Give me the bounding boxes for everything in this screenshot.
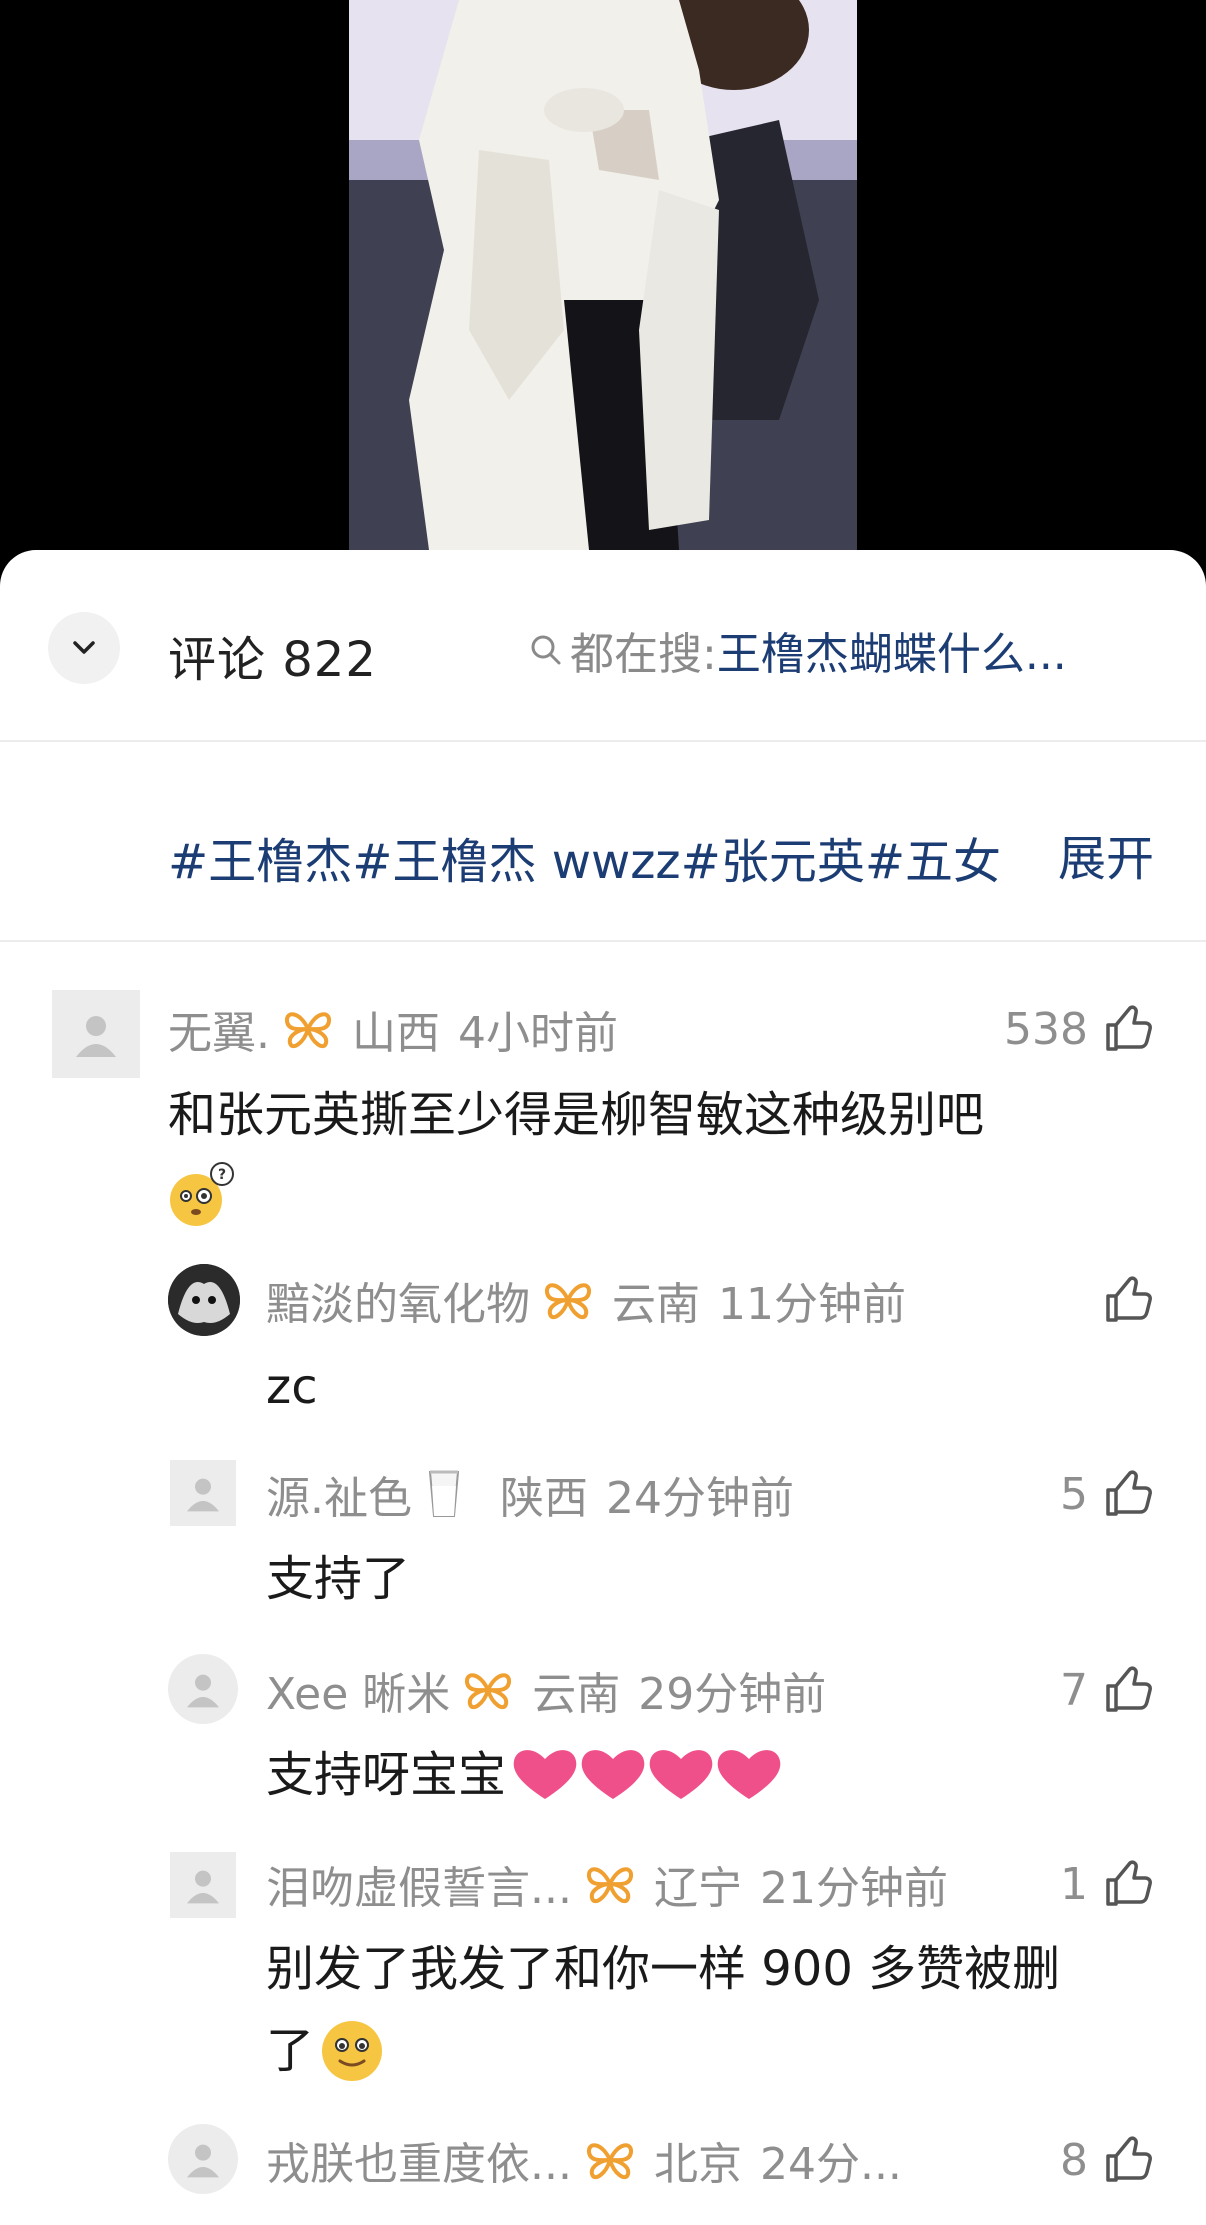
tags-text[interactable]: #王橹杰#王橹杰 wwzz#张元英#五女	[168, 822, 1001, 886]
avatar[interactable]	[168, 1654, 238, 1724]
collapse-button[interactable]	[48, 612, 120, 684]
like-button[interactable]: 5	[1060, 1458, 1154, 1530]
comment-count-title: 评论 822	[168, 632, 377, 688]
comment-sheet: 评论 822 都在搜: 王橹杰蝴蝶什么... #王橹杰#王橹杰 wwzz#张元英…	[0, 550, 1206, 2225]
comment-location: 辽宁	[653, 1863, 742, 1914]
comment-time: 4小时前	[458, 1008, 618, 1059]
svg-text:?: ?	[218, 1167, 226, 1183]
avatar-image	[168, 1264, 240, 1336]
comment-location: 北京	[653, 2139, 742, 2190]
default-avatar-icon	[187, 1870, 219, 1904]
reply-text: 了	[266, 2023, 315, 2079]
comment-text-line: 和张元英撕至少得是柳智敏这种级别吧	[168, 1087, 985, 1143]
smile-emoji	[322, 2021, 383, 2081]
like-button[interactable]: 8	[1060, 2124, 1154, 2196]
thumbs-up-icon	[1106, 1860, 1152, 1906]
thumbs-up-icon	[1106, 1005, 1152, 1051]
reply-meta: 黯淡的氧化物 云南 11分钟前	[266, 1264, 906, 1336]
reply-text: 支持呀宝宝	[266, 1747, 507, 1803]
comment-time: 21分钟前	[759, 1863, 948, 1914]
reply-meta: 戎朕也重度依... 北京 24分...	[266, 2124, 902, 2196]
reply-text-row: 支持呀宝宝	[266, 1734, 790, 1816]
reply-meta: 源.祉色 陕西 24分钟前	[266, 1458, 794, 1530]
like-count: 8	[1060, 2134, 1088, 2186]
video-still-image	[349, 0, 857, 550]
reply-text: zc	[266, 1359, 318, 1415]
reply-text: 支持了	[266, 1551, 411, 1607]
comment-time: 29分钟前	[638, 1669, 827, 1720]
comment-time: 11分钟前	[718, 1279, 906, 1330]
butterfly-badge-icon	[584, 1862, 636, 1906]
username[interactable]: 黯淡的氧化物	[266, 1268, 530, 1332]
video-player[interactable]	[0, 0, 1206, 560]
reply-text-row: 了	[266, 2010, 386, 2092]
username[interactable]: 戎朕也重度依...	[266, 2128, 572, 2192]
comment-location: 云南	[532, 1669, 621, 1720]
comment-text: 和张元英撕至少得是柳智敏这种级别吧	[168, 1074, 984, 1156]
search-suggestion[interactable]: 都在搜: 王橹杰蝴蝶什么...	[528, 622, 1067, 680]
username[interactable]: Xee 晰米	[266, 1658, 450, 1722]
divider	[0, 740, 1206, 742]
avatar[interactable]	[52, 990, 140, 1078]
reply-meta: 泪吻虚假誓言... 辽宁 21分钟前	[266, 1848, 948, 1920]
reply-meta: Xee 晰米 云南 29分钟前	[266, 1654, 826, 1726]
username[interactable]: 无翼.	[168, 997, 270, 1061]
comment-sheet-header: 评论 822 都在搜: 王橹杰蝴蝶什么...	[0, 550, 1206, 740]
butterfly-badge-icon	[282, 1007, 334, 1051]
thumbs-up-icon	[1106, 1276, 1152, 1322]
default-avatar-icon	[187, 1674, 219, 1708]
thinking-face-emoji: ?	[166, 1160, 236, 1234]
divider	[0, 940, 1206, 942]
comment-location: 山西	[352, 1008, 440, 1059]
avatar[interactable]	[170, 1460, 236, 1526]
video-tags[interactable]: #王橹杰#王橹杰 wwzz#张元英#五女 展开	[168, 822, 1154, 886]
like-count: 538	[1004, 1003, 1088, 1055]
like-button[interactable]: 7	[1060, 1654, 1154, 1726]
butterfly-badge-icon	[542, 1278, 594, 1322]
chevron-down-icon	[73, 641, 95, 654]
like-button[interactable]: 538	[1004, 990, 1154, 1068]
comment-time: 24分钟前	[606, 1473, 794, 1524]
like-button[interactable]: 1	[1060, 1848, 1154, 1920]
comment-time: 24分...	[759, 2139, 902, 2190]
avatar[interactable]	[170, 1852, 236, 1918]
like-count: 5	[1060, 1468, 1088, 1520]
like-count: 1	[1060, 1858, 1088, 1910]
avatar[interactable]	[168, 1264, 240, 1336]
expand-button[interactable]: 展开	[1001, 822, 1154, 886]
search-prefix: 都在搜:	[570, 629, 717, 680]
like-button[interactable]	[1102, 1264, 1154, 1336]
default-avatar-icon	[187, 2144, 219, 2178]
default-avatar-icon	[76, 1016, 116, 1057]
reply-text: 别发了我发了和你一样 900 多赞被删	[266, 1941, 1061, 1997]
video-frame[interactable]	[349, 0, 857, 550]
butterfly-badge-icon	[584, 2138, 636, 2182]
thumbs-up-icon	[1106, 1470, 1152, 1516]
default-avatar-icon	[187, 1478, 219, 1512]
search-keyword[interactable]: 王橹杰蝴蝶什么...	[717, 618, 1067, 682]
milk-glass-icon	[424, 1468, 464, 1520]
thumbs-up-icon	[1106, 2136, 1152, 2182]
like-count: 7	[1060, 1664, 1088, 1716]
username[interactable]: 源.祉色	[266, 1462, 412, 1526]
avatar[interactable]	[168, 2124, 238, 2194]
thumbs-up-icon	[1106, 1666, 1152, 1712]
comment-location: 云南	[612, 1279, 700, 1330]
heart-emojis	[513, 1750, 781, 1799]
comment-meta: 无翼. 山西 4小时前	[168, 990, 618, 1068]
search-icon	[531, 635, 561, 665]
username[interactable]: 泪吻虚假誓言...	[266, 1852, 572, 1916]
butterfly-badge-icon	[462, 1668, 514, 1712]
comment-location: 陕西	[500, 1473, 588, 1524]
